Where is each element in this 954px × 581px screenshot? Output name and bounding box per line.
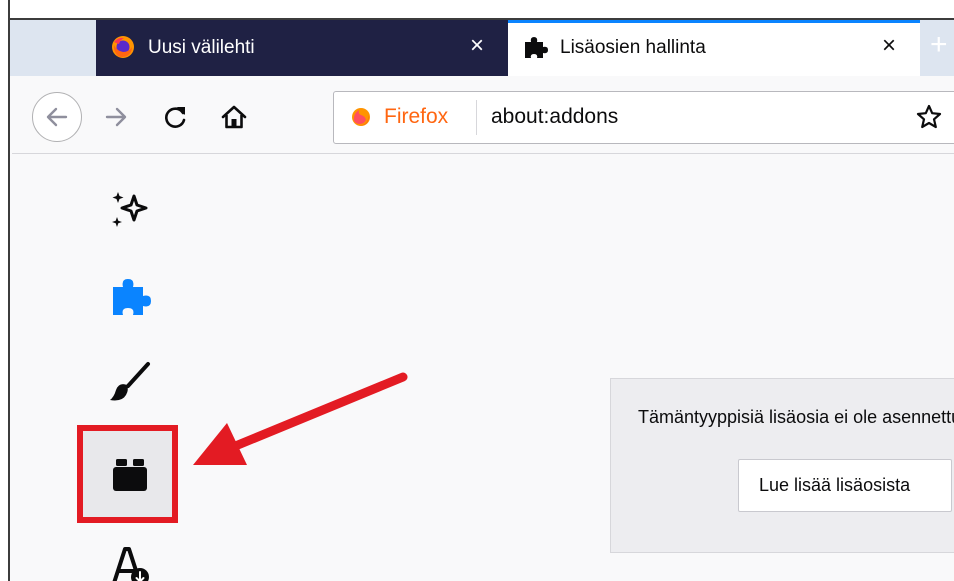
category-recommendations[interactable] [100, 180, 160, 240]
category-themes[interactable] [100, 352, 160, 412]
url-text[interactable]: about:addons [491, 105, 618, 129]
back-arrow-icon [46, 107, 68, 127]
puzzle-icon [525, 37, 548, 58]
firefox-identity-icon [352, 108, 370, 126]
firefox-icon [112, 36, 134, 58]
category-languages[interactable] [100, 535, 160, 581]
url-separator [476, 100, 477, 135]
sparkle-icon [112, 192, 148, 227]
window-top-edge [0, 0, 954, 20]
home-icon[interactable] [220, 103, 248, 131]
close-tab-icon[interactable]: × [470, 34, 484, 58]
plugin-block-icon [113, 459, 147, 491]
brush-icon [110, 362, 150, 401]
identity-label[interactable]: Firefox [384, 105, 448, 129]
annotation-arrow [193, 372, 408, 465]
empty-state-clip: Tämäntyyppisiä lisäosia ei ole asennettu… [610, 378, 954, 553]
puzzle-icon [113, 279, 151, 315]
category-extensions[interactable] [100, 266, 160, 326]
window-left-edge [0, 0, 10, 581]
tab-addons-manager[interactable]: Lisäosien hallinta × [508, 20, 920, 76]
learn-more-button[interactable]: Lue lisää lisäosista [738, 459, 952, 512]
language-icon [112, 547, 149, 581]
tab-new-tab[interactable]: Uusi välilehti × [96, 20, 508, 76]
tab-label: Uusi välilehti [148, 37, 255, 58]
forward-arrow-icon[interactable] [103, 104, 129, 130]
category-plugins[interactable] [100, 445, 160, 505]
reload-icon[interactable] [163, 104, 189, 130]
bookmark-star-icon[interactable] [915, 103, 943, 131]
close-tab-icon[interactable]: × [882, 34, 896, 58]
new-tab-button[interactable]: + [930, 30, 948, 60]
empty-state-message: Tämäntyyppisiä lisäosia ei ole asennettu [638, 407, 954, 427]
tab-label: Lisäosien hallinta [560, 37, 706, 58]
